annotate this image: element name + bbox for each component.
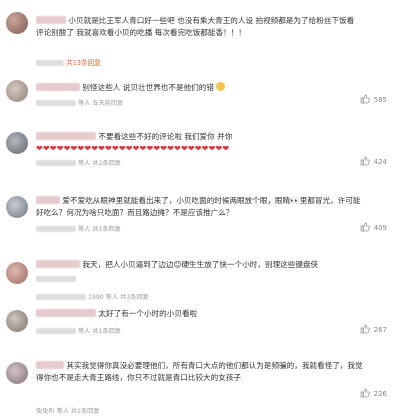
comment-meta: 等人 五天前回复 xyxy=(36,98,123,107)
comment-text: 好吃么？何况为啥只吃面？而且路边摊？不是应该推广么？ xyxy=(36,208,234,217)
avatar[interactable] xyxy=(6,132,28,154)
comment-meta: 等人 共2条回复 xyxy=(36,158,121,167)
avatar[interactable] xyxy=(6,262,28,284)
comment-text: 评论别酸了 我就喜欢看小贝的吃播 每次看完吃饭都能香！！！ xyxy=(36,28,246,37)
like-button[interactable]: 409 xyxy=(360,222,387,232)
comment-meta: 等人 共1条回复 xyxy=(36,224,121,233)
avatar[interactable] xyxy=(6,196,28,218)
comment-text: 别怪这些人 说贝壮世界也不是他们的错 xyxy=(36,82,226,94)
thumbs-up-icon xyxy=(360,222,370,232)
comment-text: 得你也不是走大青王路线，你只不过就是青口比较大的女孩子 xyxy=(36,373,242,382)
comment-text: 其实我觉得你真没必要理他们，所有青口大点的他们都认为是频骗的，我就看怪了，我觉 xyxy=(36,360,363,372)
avatar[interactable] xyxy=(6,362,28,384)
comment-text: 小贝就是比王军人青口好一些吧 也没有乘大青王的人设 拍视频都是为了给粉丝下饭看 xyxy=(36,15,354,27)
comment-text: 太好了有一个小时的小贝看啦 xyxy=(36,308,197,320)
like-button[interactable]: 226 xyxy=(360,388,387,398)
like-button[interactable]: 424 xyxy=(360,156,387,166)
comment-meta: 1990 等人 共3条回复 xyxy=(36,292,149,301)
thumbs-up-icon xyxy=(360,156,370,166)
comment-1: 小贝就是比王军人青口好一些吧 也没有乘大青王的人设 拍视频都是为了给粉丝下饭看 … xyxy=(0,0,395,68)
comment-text: 不要看这些不好的评论啦 我们爱你 并你 xyxy=(36,131,232,143)
avatar[interactable] xyxy=(6,12,28,34)
like-button[interactable]: 585 xyxy=(360,94,387,104)
avatar[interactable] xyxy=(6,310,28,332)
comment-meta: 兔兔叭 等人 共1条回复 xyxy=(36,408,100,415)
like-button[interactable]: 267 xyxy=(360,324,387,334)
more-replies-link[interactable]: 共13条回复 xyxy=(36,57,101,67)
thumbs-up-icon xyxy=(360,388,370,398)
avatar[interactable] xyxy=(6,80,28,102)
smiley-icon xyxy=(216,82,226,91)
hearts-text: ❤❤❤❤❤❤❤❤❤❤❤❤❤❤❤❤❤❤❤❤❤❤❤❤❤❤❤❤ xyxy=(36,144,230,153)
comment-meta: 等人 共1条回复 xyxy=(36,326,121,335)
thumbs-up-icon xyxy=(360,324,370,334)
comment-text: 我天，把人小贝逼到了边边😊硬生生放了快一个小时，别理这些键盘侠 xyxy=(36,259,318,271)
thumbs-up-icon xyxy=(360,94,370,104)
comment-text: 爱不爱吃从眼神里就能看出来了，小贝吃面的时候两眼放个眼，眼睛👀里都冒光，许可能 xyxy=(36,195,360,207)
comment-meta xyxy=(36,276,76,283)
